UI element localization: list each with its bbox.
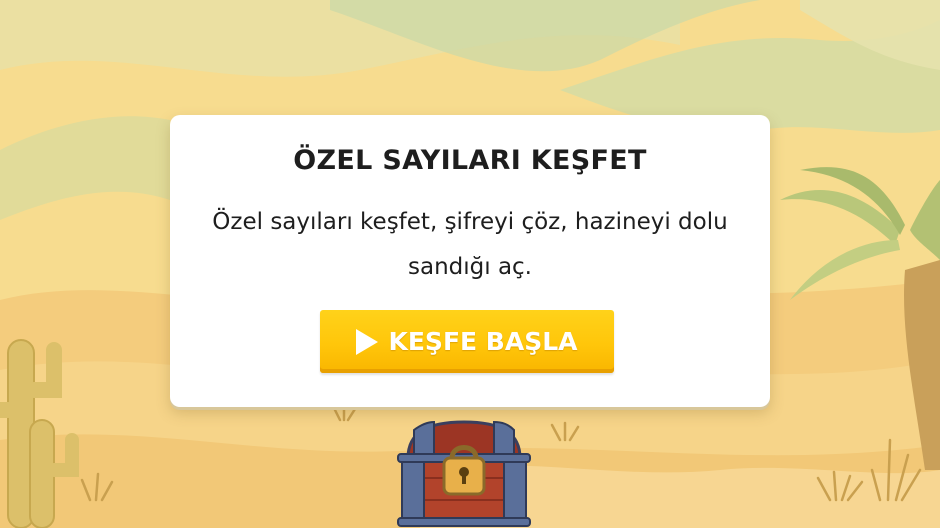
treasure-chest-icon — [397, 420, 531, 527]
start-exploring-button[interactable]: KEŞFE BAŞLA — [320, 310, 614, 373]
play-icon — [356, 328, 379, 355]
start-button-label: KEŞFE BAŞLA — [388, 327, 578, 356]
card-title: ÖZEL SAYILARI KEŞFET — [293, 145, 647, 176]
intro-card: ÖZEL SAYILARI KEŞFET Özel sayıları keşfe… — [170, 115, 770, 407]
card-description: Özel sayıları keşfet, şifreyi çöz, hazin… — [212, 209, 728, 280]
